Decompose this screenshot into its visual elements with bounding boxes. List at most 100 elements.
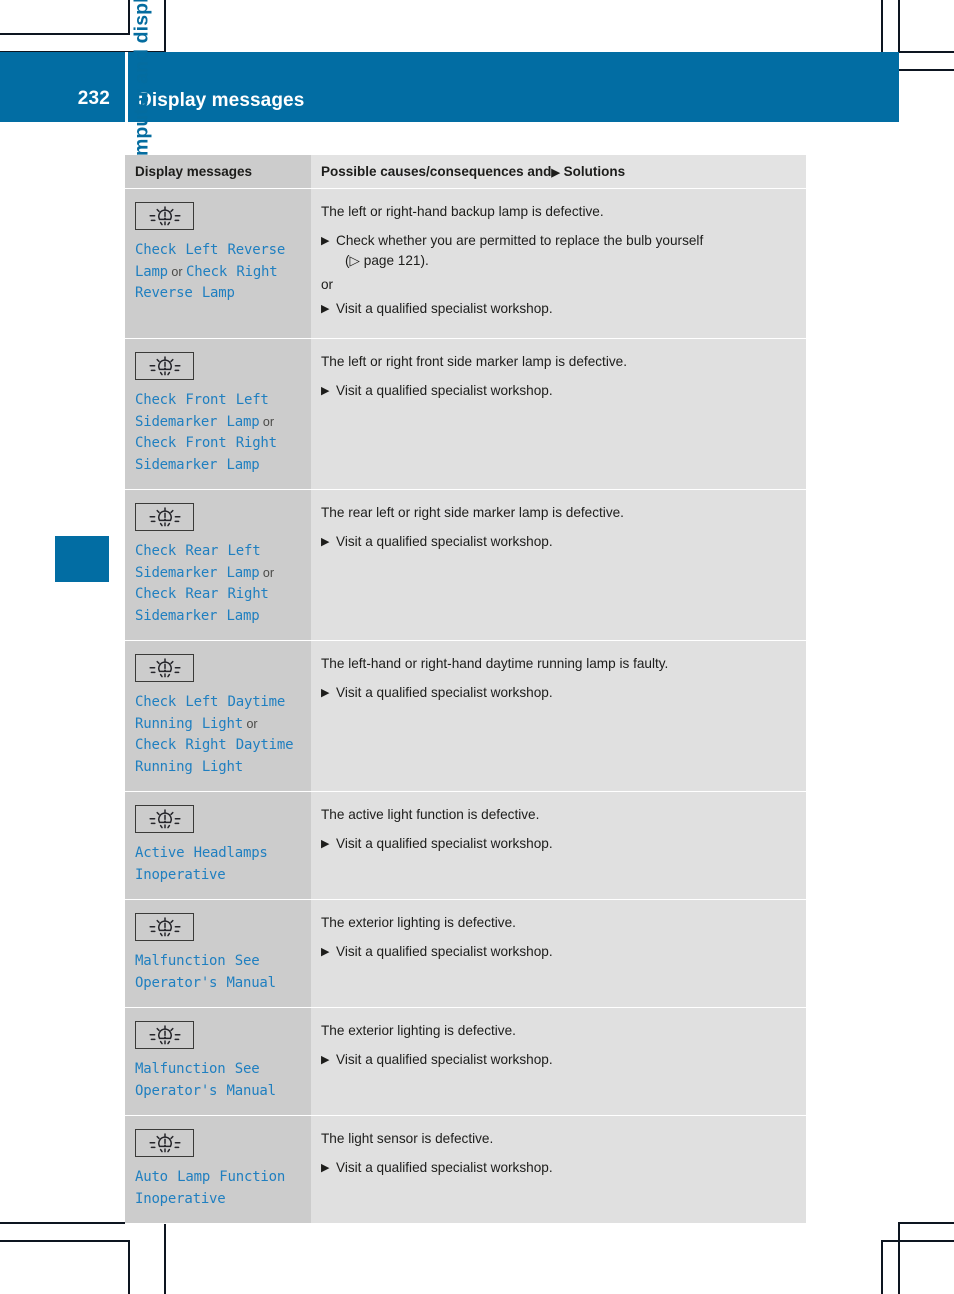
table-row: Malfunction See Operator's Manual The ext… [125,899,806,1008]
message-code-text: Check Right Daytime Running Light [135,737,294,775]
column-header-solutions-suffix: Solutions [563,164,626,179]
solution-item: ▶ Visit a qualified specialist workshop. [321,299,792,319]
solution-item: ▶ Visit a qualified specialist workshop. [321,381,792,401]
causes-solutions-cell: The exterior lighting is defective. ▶ Visi… [311,1007,806,1116]
solution-item: ▶ Visit a qualified specialist workshop. [321,1158,792,1178]
crop-mark-bottom-right-v2 [881,1240,883,1294]
display-message-cell: Malfunction See Operator's Manual [125,899,311,1008]
display-message-cell: Check Left Reverse Lamp or Check Right R… [125,188,311,339]
message-code-text: Malfunction See Operator's Manual [135,1061,276,1099]
table-row: Auto Lamp Function Inoperative The light … [125,1115,806,1224]
solution-arrow-icon: ▶ [321,946,330,958]
crop-mark-bottom-right-v1 [898,1222,900,1294]
message-code-text: Check Front Left Sidemarker Lamp [135,392,269,430]
cause-text: The exterior lighting is defective. [321,915,516,930]
table-header-row: Display messages Possible causes/consequ… [125,155,806,189]
crop-mark-bottom-right-h1 [898,1222,954,1224]
table-body: Check Left Reverse Lamp or Check Right R… [125,188,806,1224]
message-conjunction: or [259,565,275,580]
crop-mark-bottom-left-v1 [164,1222,166,1294]
causes-solutions-cell: The light sensor is defective. ▶ Visit a q… [311,1115,806,1224]
crop-mark-bottom-right-h2 [881,1240,954,1242]
display-message-text: Check Front Left Sidemarker Lamp or Chec… [135,390,301,476]
display-message-cell: Malfunction See Operator's Manual [125,1007,311,1116]
cause-text: The left or right front side marker lamp… [321,354,627,369]
solution-text: Visit a qualified specialist workshop. [336,301,553,316]
lamp-indicator-icon [135,503,194,531]
lamp-indicator-icon [135,202,194,230]
message-code-text: Check Front Right Sidemarker Lamp [135,435,277,473]
message-conjunction: or [242,716,258,731]
solutions-arrow-icon: ▶ [551,167,560,179]
header-divider [125,52,128,122]
display-message-text: Active Headlamps Inoperative [135,843,301,886]
solution-arrow-icon: ▶ [321,1162,330,1174]
crop-mark-top-right-h1 [898,51,954,53]
solution-arrow-icon: ▶ [321,1054,330,1066]
solution-text: Visit a qualified specialist workshop. [336,534,553,549]
column-header-causes-solutions: Possible causes/consequences and▶ Soluti… [311,155,806,189]
display-message-cell: Check Front Left Sidemarker Lamp or Chec… [125,338,311,490]
table-row: Active Headlamps Inoperative The active l… [125,791,806,900]
solution-arrow-icon: ▶ [321,838,330,850]
causes-solutions-cell: The active light function is defective. ▶… [311,791,806,900]
table-row: Check Left Reverse Lamp or Check Right R… [125,188,806,339]
display-message-text: Check Rear Left Sidemarker Lamp or Check… [135,541,301,627]
column-header-display-messages: Display messages [125,155,311,189]
display-message-cell: Check Left Daytime Running Light or Chec… [125,640,311,792]
page-title: Display messages [138,90,305,111]
cause-text: The rear left or right side marker lamp … [321,505,624,520]
message-code-text: Check Left Daytime Running Light [135,694,286,732]
display-messages-table: Display messages Possible causes/consequ… [125,155,806,1224]
lamp-indicator-icon [135,654,194,682]
lamp-indicator-icon [135,1021,194,1049]
crop-mark-top-right-h2 [898,69,954,71]
table-row: Check Left Daytime Running Light or Chec… [125,640,806,792]
solution-text: Visit a qualified specialist workshop. [336,685,553,700]
display-message-text: Auto Lamp Function Inoperative [135,1167,301,1210]
solution-arrow-icon: ▶ [321,687,330,699]
solution-item: ▶ Visit a qualified specialist workshop. [321,683,792,703]
causes-solutions-cell: The rear left or right side marker lamp … [311,489,806,641]
solution-text: Visit a qualified specialist workshop. [336,1160,553,1175]
message-code-text: Auto Lamp Function Inoperative [135,1169,286,1207]
solution-arrow-icon: ▶ [321,303,330,315]
crop-mark-top-left-v1 [128,0,130,34]
display-message-text: Check Left Daytime Running Light or Chec… [135,692,301,778]
crop-mark-top-left-h2 [0,33,130,35]
lamp-indicator-icon [135,913,194,941]
table-row: Check Front Left Sidemarker Lamp or Chec… [125,338,806,490]
lamp-indicator-icon [135,1129,194,1157]
causes-solutions-cell: The exterior lighting is defective. ▶ Visi… [311,899,806,1008]
display-message-cell: Auto Lamp Function Inoperative [125,1115,311,1224]
solution-arrow-icon: ▶ [321,235,330,247]
solution-item: ▶ Visit a qualified specialist workshop. [321,942,792,962]
solution-text: Visit a qualified specialist workshop. [336,944,553,959]
solution-item: ▶ Visit a qualified specialist workshop. [321,1050,792,1070]
crop-mark-top-left-v2 [164,0,166,52]
lamp-indicator-icon [135,805,194,833]
display-message-text: Check Left Reverse Lamp or Check Right R… [135,240,301,305]
solution-arrow-icon: ▶ [321,536,330,548]
message-code-text: Active Headlamps Inoperative [135,845,268,883]
table-row: Check Rear Left Sidemarker Lamp or Check… [125,489,806,641]
message-conjunction: or [167,264,186,279]
cause-text: The exterior lighting is defective. [321,1023,516,1038]
display-message-text: Malfunction See Operator's Manual [135,1059,301,1102]
or-separator: or [321,277,334,292]
display-message-cell: Active Headlamps Inoperative [125,791,311,900]
crop-mark-top-right-v1 [881,0,883,52]
solution-text: Visit a qualified specialist workshop. [336,1052,553,1067]
message-code-text: Check Rear Right Sidemarker Lamp [135,586,269,624]
message-code-text: Check Rear Left Sidemarker Lamp [135,543,261,581]
solution-text: Visit a qualified specialist workshop. [336,836,553,851]
lamp-indicator-icon [135,352,194,380]
causes-solutions-cell: The left or right-hand backup lamp is de… [311,188,806,339]
cause-text: The left-hand or right-hand daytime runn… [321,656,669,671]
solution-arrow-icon: ▶ [321,385,330,397]
crop-mark-bottom-left-v2 [128,1240,130,1294]
chapter-tab-marker [55,536,109,582]
page-reference[interactable]: (▷ page 121). [336,251,792,271]
page-number: 232 [77,88,110,109]
crop-mark-bottom-left-h2 [0,1240,130,1242]
